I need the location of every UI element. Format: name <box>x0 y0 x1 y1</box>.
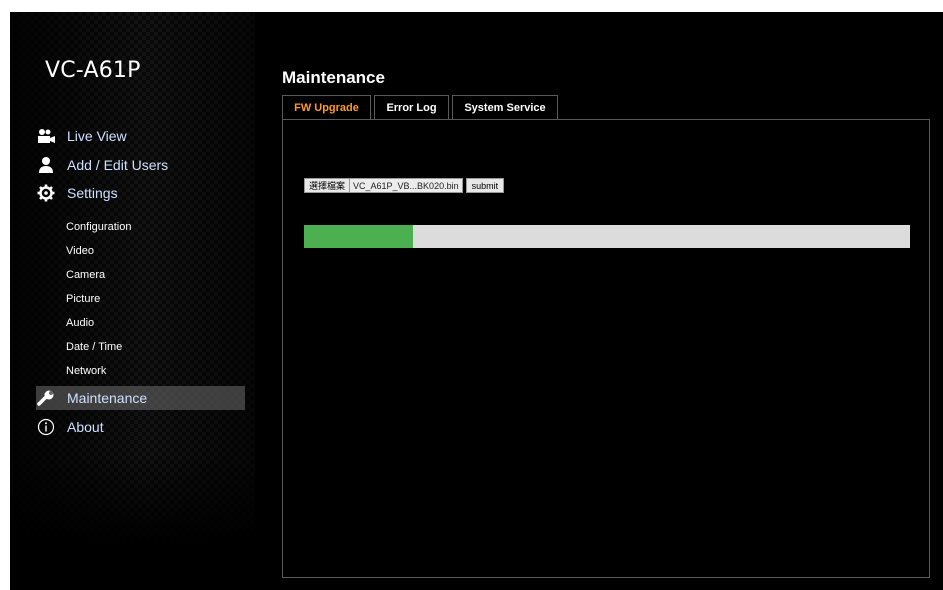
nav-sub-configuration[interactable]: Configuration <box>66 221 131 233</box>
nav-live-view-label: Live View <box>67 128 127 144</box>
nav-about-label: About <box>67 419 104 435</box>
tab-error-log[interactable]: Error Log <box>374 95 449 119</box>
nav-sub-picture[interactable]: Picture <box>66 293 100 305</box>
upgrade-progress-bar <box>304 225 910 248</box>
nav-settings-label: Settings <box>67 185 118 201</box>
nav-sub-date-time[interactable]: Date / Time <box>66 341 122 353</box>
wrench-icon <box>36 389 56 407</box>
tab-fw-upgrade[interactable]: FW Upgrade <box>282 95 371 119</box>
gear-icon <box>36 184 56 202</box>
nav-sub-network[interactable]: Network <box>66 365 106 377</box>
nav-sub-audio[interactable]: Audio <box>66 317 94 329</box>
nav-about[interactable]: About <box>36 415 254 439</box>
submit-button[interactable]: submit <box>465 178 505 193</box>
user-icon <box>36 156 56 174</box>
sidebar: VC-A61P Live View Add / Edit Users Setti… <box>10 12 255 542</box>
nav-live-view[interactable]: Live View <box>36 124 254 148</box>
video-camera-icon <box>36 127 56 145</box>
brand-title: VC-A61P <box>45 58 141 83</box>
nav-settings[interactable]: Settings <box>36 181 254 205</box>
page-title: Maintenance <box>282 68 385 87</box>
tab-bar: FW Upgrade Error Log System Service <box>282 95 561 119</box>
choose-file-button[interactable]: 選擇檔案 <box>304 178 351 193</box>
nav-add-edit-users[interactable]: Add / Edit Users <box>36 153 254 177</box>
nav-sub-camera[interactable]: Camera <box>66 269 105 281</box>
selected-file-name: VC_A61P_VB...BK020.bin <box>350 178 463 193</box>
file-upload-row: 選擇檔案 VC_A61P_VB...BK020.bin submit <box>304 178 505 193</box>
fw-upgrade-panel: 選擇檔案 VC_A61P_VB...BK020.bin submit <box>282 119 930 578</box>
tab-system-service[interactable]: System Service <box>452 95 558 119</box>
info-icon <box>36 418 56 436</box>
nav-sub-video[interactable]: Video <box>66 245 94 257</box>
nav-add-edit-users-label: Add / Edit Users <box>67 157 169 173</box>
app-window: VC-A61P Live View Add / Edit Users Setti… <box>10 12 943 590</box>
upgrade-progress-fill <box>304 225 414 248</box>
nav-maintenance-label: Maintenance <box>67 390 148 406</box>
nav-maintenance[interactable]: Maintenance <box>36 386 245 410</box>
